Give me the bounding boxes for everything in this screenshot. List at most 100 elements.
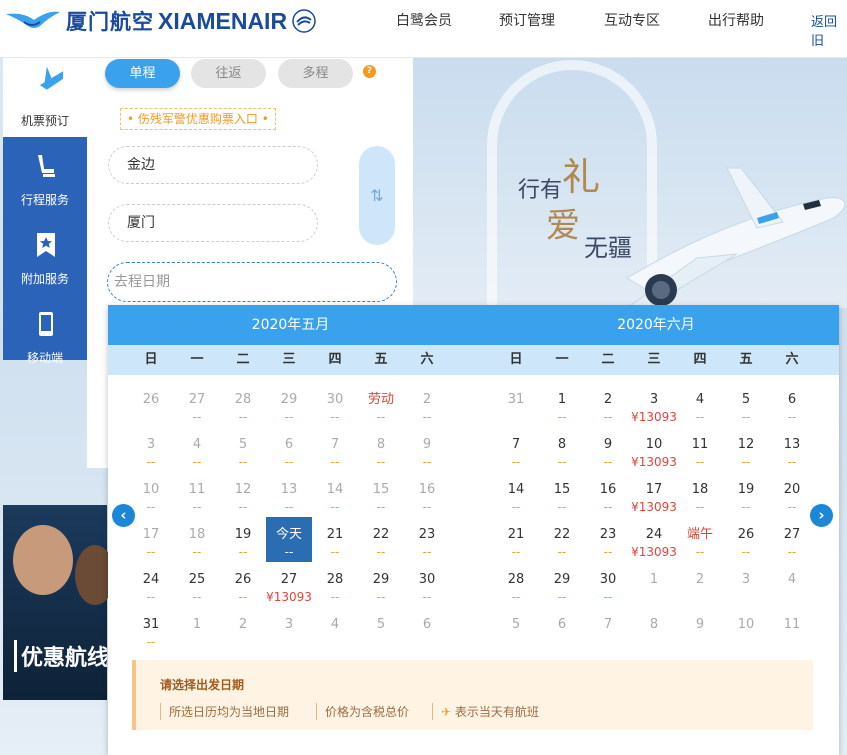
calendar-day: 5 — [358, 607, 404, 652]
military-discount-link[interactable]: • 伤残军警优惠购票入口 • — [120, 108, 276, 130]
day-number: 2 — [603, 392, 613, 407]
calendar-day[interactable]: 21 -- — [312, 517, 358, 562]
calendar-day[interactable]: 30 -- — [404, 562, 450, 607]
calendar-day[interactable]: 28 -- — [312, 562, 358, 607]
nav-member[interactable]: 白鹭会员 — [396, 10, 452, 30]
day-price: -- — [603, 590, 613, 604]
calendar-day[interactable]: 端午 -- — [677, 517, 723, 562]
plane-small-icon: ✈ — [441, 705, 452, 719]
calendar-day[interactable]: 31 -- — [128, 607, 174, 652]
nav-help[interactable]: 出行帮助 — [708, 10, 764, 30]
to-city-field[interactable]: 厦门 — [108, 204, 318, 242]
day-number: 11 — [691, 437, 709, 452]
day-price: -- — [146, 545, 156, 559]
calendar-day[interactable]: 9 -- — [585, 427, 631, 472]
calendar-day-today[interactable]: 今天 -- — [266, 517, 312, 562]
calendar-day[interactable]: 19 -- — [723, 472, 769, 517]
nav-interactive[interactable]: 互动专区 — [604, 10, 660, 30]
calendar-day[interactable]: 3 ¥13093 — [631, 382, 677, 427]
sidebar-item-extra-service[interactable]: 附加服务 — [3, 216, 87, 295]
calendar-day[interactable]: 20 -- — [769, 472, 815, 517]
next-month-button[interactable]: › — [810, 504, 833, 527]
calendar-day: 28 -- — [220, 382, 266, 427]
calendar-day[interactable]: 22 -- — [539, 517, 585, 562]
weekday-label: 四 — [328, 352, 342, 367]
calendar-day[interactable]: 21 -- — [493, 517, 539, 562]
calendar-day[interactable]: 劳动 -- — [358, 382, 404, 427]
calendar-day[interactable]: 17 ¥13093 — [631, 472, 677, 517]
departure-date-input[interactable]: 去程日期 — [107, 262, 397, 302]
calendar-day[interactable]: 25 -- — [174, 562, 220, 607]
day-number: 4 — [695, 392, 705, 407]
day-number: 21 — [507, 527, 525, 542]
calendar-day[interactable]: 2 -- — [585, 382, 631, 427]
calendar-day: 1 — [174, 607, 220, 652]
calendar-day[interactable]: 11 -- — [677, 427, 723, 472]
calendar-day: 1 — [631, 562, 677, 607]
day-price: -- — [146, 500, 156, 514]
tab-multi-city[interactable]: 多程 — [278, 59, 353, 88]
day-number: 12 — [234, 482, 252, 497]
calendar-day[interactable]: 12 -- — [723, 427, 769, 472]
calendar-day[interactable]: 24 -- — [128, 562, 174, 607]
calendar-day[interactable]: 15 -- — [539, 472, 585, 517]
calendar-day: 16 -- — [404, 472, 450, 517]
sidebar-item-ticket-booking[interactable]: 机票预订 — [3, 58, 87, 137]
calendar-day[interactable]: 27 ¥13093 — [266, 562, 312, 607]
day-price: -- — [376, 455, 386, 469]
calendar-day[interactable]: 7 -- — [493, 427, 539, 472]
day-price: -- — [238, 590, 248, 604]
calendar-day[interactable]: 30 -- — [585, 562, 631, 607]
calendar-day[interactable]: 1 -- — [539, 382, 585, 427]
day-number: 今天 — [275, 527, 302, 542]
calendar-day[interactable]: 28 -- — [493, 562, 539, 607]
calendar-day[interactable]: 13 -- — [769, 427, 815, 472]
nav-back-old[interactable]: 返回旧 — [811, 11, 847, 49]
calendar-day[interactable]: 18 -- — [677, 472, 723, 517]
weekday-label: 日 — [509, 352, 523, 367]
calendar-day[interactable]: 22 -- — [358, 517, 404, 562]
calendar-day[interactable]: 29 -- — [358, 562, 404, 607]
tab-one-way[interactable]: 单程 — [105, 59, 180, 88]
calendar-day[interactable]: 26 -- — [723, 517, 769, 562]
calendar-day[interactable]: 24 ¥13093 — [631, 517, 677, 562]
calendar-day: 27 -- — [174, 382, 220, 427]
swap-button[interactable]: ⇅ — [359, 146, 395, 245]
day-number: 26 — [234, 572, 252, 587]
calendar-day[interactable]: 8 -- — [539, 427, 585, 472]
calendar-day: 2 — [220, 607, 266, 652]
calendar-day[interactable]: 29 -- — [539, 562, 585, 607]
calendar-day[interactable]: 23 -- — [585, 517, 631, 562]
calendar-day[interactable]: 6 -- — [769, 382, 815, 427]
calendar-day[interactable]: 10 ¥13093 — [631, 427, 677, 472]
promo-routes-title[interactable]: 优惠航线 — [14, 640, 107, 672]
calendar-day[interactable]: 26 -- — [220, 562, 266, 607]
calendar-day[interactable]: 19 -- — [220, 517, 266, 562]
calendar-day[interactable]: 27 -- — [769, 517, 815, 562]
day-number: 1 — [192, 617, 202, 632]
day-number: 5 — [741, 392, 751, 407]
tab-round-trip[interactable]: 往返 — [191, 59, 266, 88]
prev-month-button[interactable]: ‹ — [112, 504, 135, 527]
sidebar-item-mobile[interactable]: 移动端 — [3, 295, 87, 374]
weekday-label: 六 — [420, 352, 434, 367]
calendar-day: 7 — [585, 607, 631, 652]
calendar-day[interactable]: 16 -- — [585, 472, 631, 517]
sidebar-item-trip-service[interactable]: 行程服务 — [3, 137, 87, 216]
calendar-day: 3 — [723, 562, 769, 607]
day-number: 13 — [783, 437, 801, 452]
month-title-june: 2020年六月 — [617, 317, 695, 333]
nav-booking-manage[interactable]: 预订管理 — [499, 10, 555, 30]
day-price: -- — [741, 500, 751, 514]
calendar-day[interactable]: 5 -- — [723, 382, 769, 427]
calendar-day[interactable]: 23 -- — [404, 517, 450, 562]
calendar-day: 4 -- — [174, 427, 220, 472]
calendar-day[interactable]: 14 -- — [493, 472, 539, 517]
from-city-field[interactable]: 金边 — [108, 146, 318, 184]
logo[interactable]: 厦门航空 XIAMENAIR — [4, 6, 317, 36]
day-number: 15 — [372, 482, 390, 497]
day-number: 8 — [557, 437, 567, 452]
calendar-day[interactable]: 4 -- — [677, 382, 723, 427]
note-tax-price: 价格为含税总价 — [316, 703, 409, 720]
help-icon[interactable]: ? — [363, 65, 376, 78]
